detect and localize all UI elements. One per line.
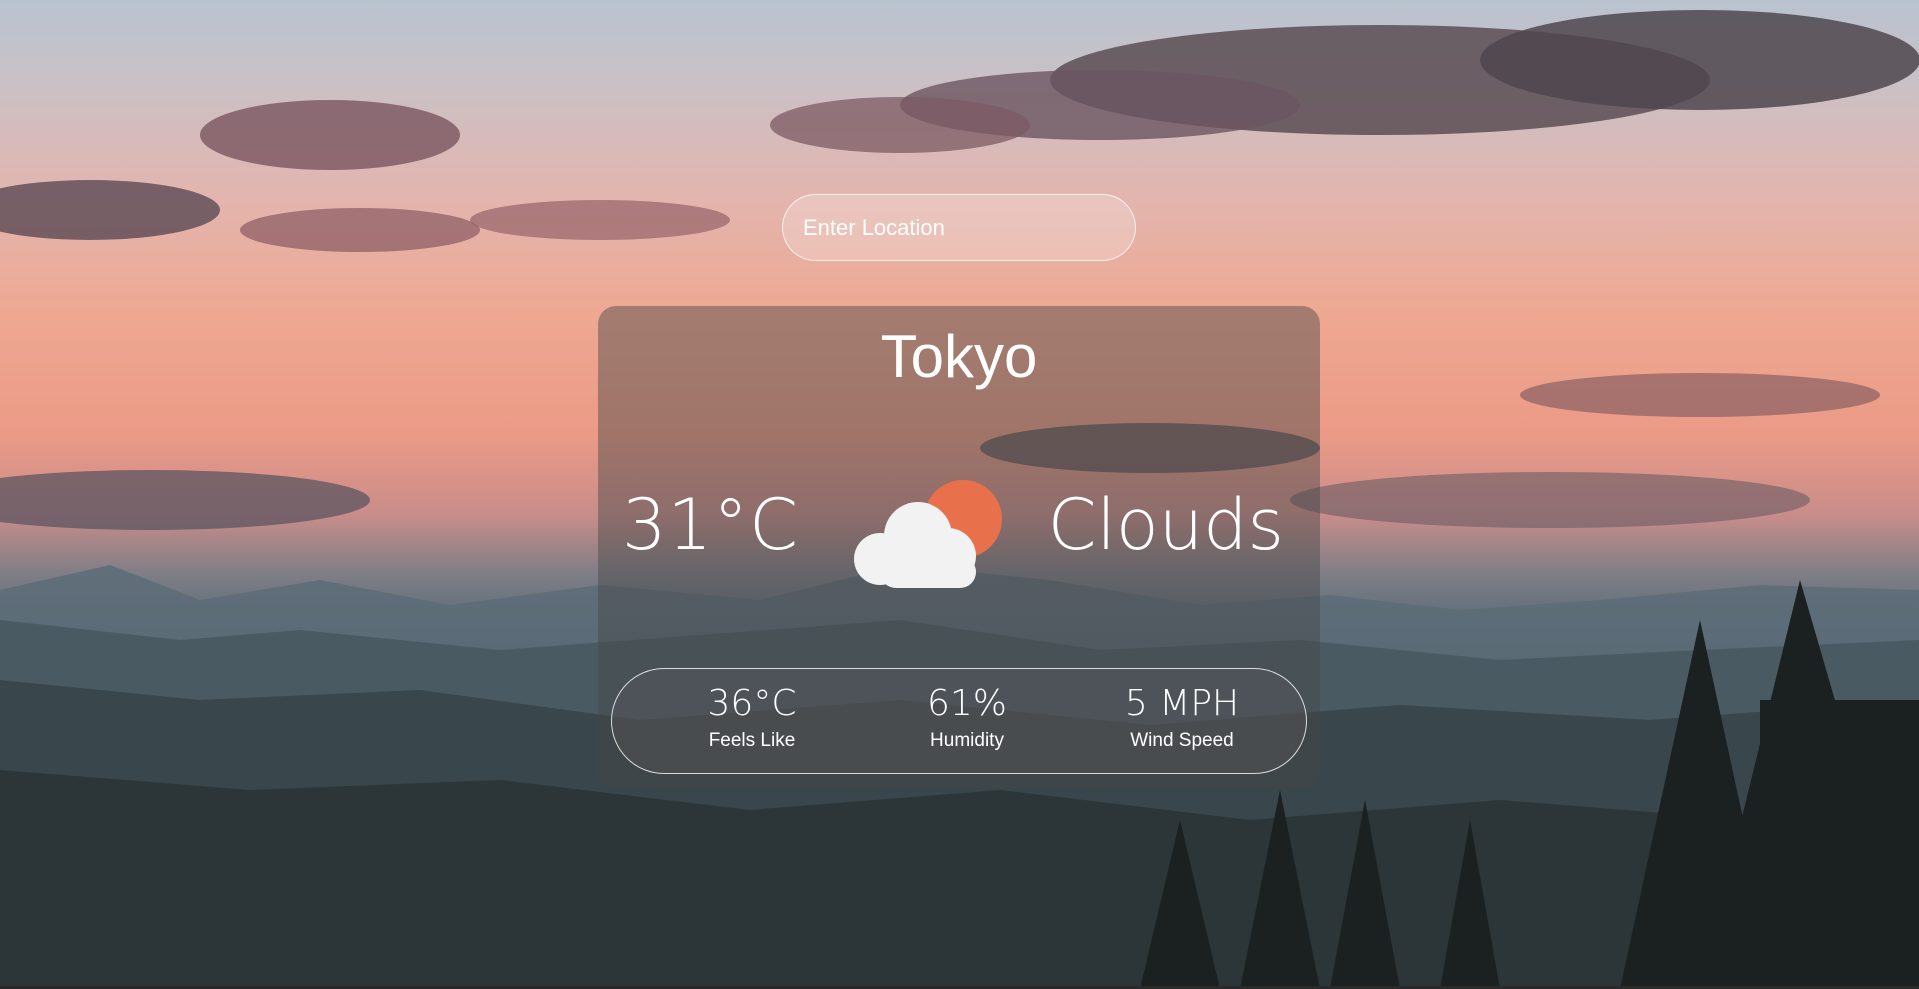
location-input[interactable] bbox=[783, 195, 1135, 260]
feels-like-label: Feels Like bbox=[708, 730, 796, 751]
wind-speed-label: Wind Speed bbox=[1130, 730, 1234, 751]
location-search-box[interactable] bbox=[782, 194, 1136, 261]
humidity-stat: 61% Humidity bbox=[887, 683, 1047, 752]
wind-speed-value: 5 MPH bbox=[1124, 683, 1240, 724]
weather-details-panel: 36°C Feels Like 61% Humidity 5 MPH Wind … bbox=[611, 668, 1307, 774]
wind-speed-stat: 5 MPH Wind Speed bbox=[1102, 683, 1262, 752]
cloud-sun-icon bbox=[854, 480, 1002, 588]
current-temperature: 31°C bbox=[622, 484, 799, 566]
humidity-value: 61% bbox=[926, 683, 1007, 724]
feels-like-value: 36°C bbox=[707, 683, 797, 724]
city-name: Tokyo bbox=[880, 323, 1038, 390]
weather-condition: Clouds bbox=[1047, 484, 1284, 566]
feels-like-stat: 36°C Feels Like bbox=[672, 683, 832, 752]
humidity-label: Humidity bbox=[930, 730, 1004, 751]
weather-card: Tokyo 31°C Clouds 36°C Feels Like 61% Hu… bbox=[598, 306, 1320, 788]
